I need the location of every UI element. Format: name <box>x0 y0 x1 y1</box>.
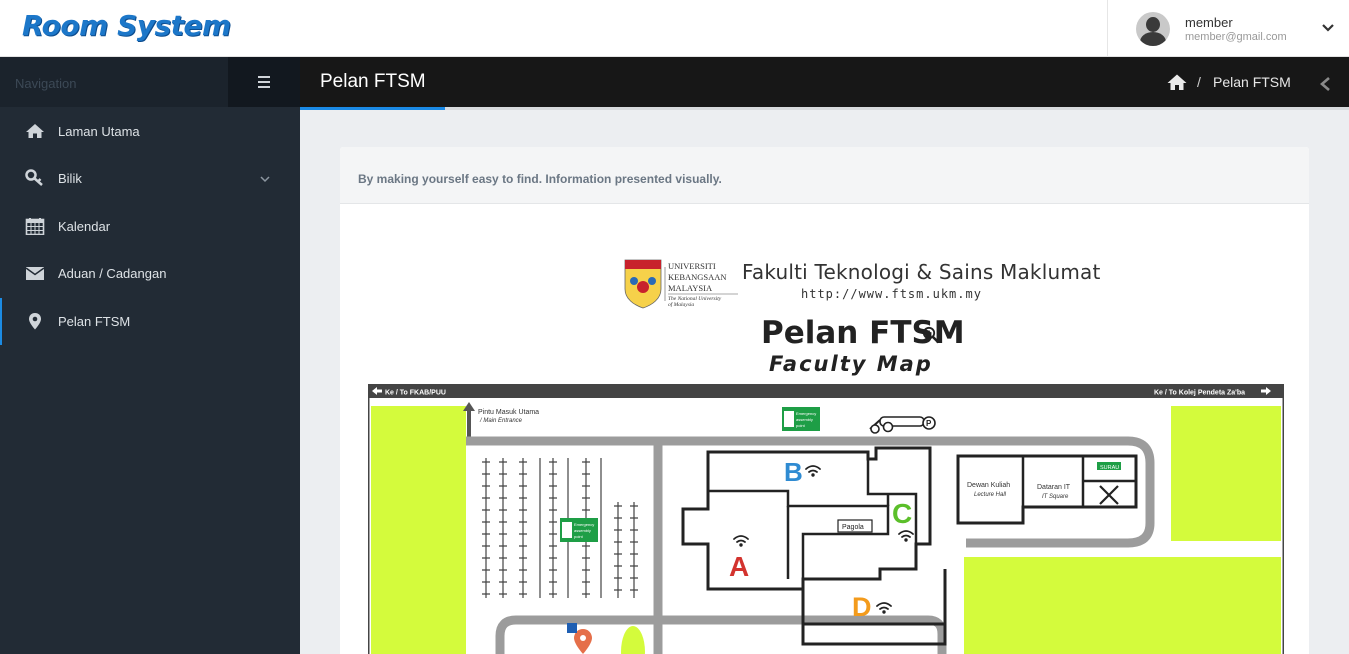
it-square-label: Dataran IT <box>1037 484 1071 491</box>
lecture-hall-label: Dewan Kuliah <box>967 482 1010 489</box>
panel-subtitle: By making yourself easy to find. Informa… <box>358 172 722 186</box>
chevron-left-icon[interactable] <box>1318 75 1332 93</box>
app-logo[interactable]: Room System <box>22 9 231 42</box>
top-header: Room System member member@gmail.com <box>0 0 1349 57</box>
sidebar-item-label: Aduan / Cadangan <box>58 266 167 281</box>
chevron-down-icon[interactable] <box>1320 20 1336 36</box>
sidebar: Navigation Laman Utama Bilik Kalendar Ad… <box>0 57 300 654</box>
sidebar-item-label: Laman Utama <box>58 124 140 139</box>
envelope-icon <box>25 267 45 280</box>
assembly-label-1: Emergency <box>574 522 594 527</box>
sidebar-item-laman-utama[interactable]: Laman Utama <box>0 108 300 155</box>
floor-map: Ke / To FKAB/PUU Ke / To Kolej Pendeta Z… <box>368 384 1284 654</box>
key-icon <box>25 169 43 186</box>
emergency-assembly-point: Emergency assembly point <box>782 407 820 431</box>
main-entrance-label-en: / Main Entrance <box>479 418 523 424</box>
lecture-hall-label-en: Lecture Hall <box>974 492 1007 498</box>
map-marker-icon <box>29 313 41 330</box>
faculty-url: http://www.ftsm.ukm.my <box>801 287 982 301</box>
left-direction-label: Ke / To FKAB/PUU <box>385 390 446 397</box>
accessibility-icon <box>567 623 577 633</box>
assembly-label-2: assembly <box>796 417 813 422</box>
block-b-label: B <box>784 457 803 487</box>
user-menu[interactable]: member member@gmail.com <box>1107 0 1349 57</box>
parking-label: P <box>926 419 932 428</box>
breadcrumb-separator: / <box>1197 74 1201 90</box>
grass-area-right-top <box>1171 406 1281 541</box>
avatar[interactable] <box>1136 12 1170 46</box>
zoom-in-icon[interactable] <box>922 326 940 344</box>
grass-area-right-bottom <box>964 557 1281 654</box>
user-email: member@gmail.com <box>1185 31 1287 43</box>
ukm-line-1: UNIVERSITI <box>668 261 716 271</box>
calendar-icon <box>25 218 45 235</box>
sidebar-item-label: Bilik <box>58 171 82 186</box>
sidebar-title: Navigation <box>15 76 77 91</box>
home-icon <box>26 124 44 138</box>
sidebar-item-aduan-cadangan[interactable]: Aduan / Cadangan <box>0 250 300 297</box>
title-divider <box>445 107 1349 110</box>
block-a-label: A <box>729 551 749 582</box>
home-icon[interactable] <box>1167 73 1187 91</box>
ukm-tagline-2: of Malaysia <box>668 301 694 308</box>
assembly-label-1: Emergency <box>796 411 816 416</box>
sidebar-item-kalendar[interactable]: Kalendar <box>0 203 300 250</box>
grass-area-left <box>371 406 466 654</box>
menu-toggle-button[interactable] <box>228 57 300 107</box>
ukm-line-3: MALAYSIA <box>668 283 713 293</box>
sidebar-item-label: Kalendar <box>58 219 111 234</box>
emergency-assembly-point: Emergency assembly point <box>560 518 598 542</box>
sidebar-header: Navigation <box>0 57 300 107</box>
sidebar-item-label: Pelan FTSM <box>58 314 131 329</box>
block-d-label: D <box>852 592 872 622</box>
sidebar-item-pelan-ftsm[interactable]: Pelan FTSM <box>0 298 300 345</box>
breadcrumb: Pelan FTSM <box>1213 74 1291 90</box>
page-title-bar: Pelan FTSM <box>300 57 1349 107</box>
assembly-label-3: point <box>574 534 584 539</box>
chevron-down-icon[interactable] <box>259 173 271 185</box>
block-c-label: C <box>892 498 912 529</box>
surau-label: SURAU <box>1100 465 1119 471</box>
main-entrance-label: Pintu Masuk Utama <box>478 409 539 416</box>
faculty-map: UNIVERSITI KEBANGSAAN MALAYSIA The Natio… <box>360 224 1292 654</box>
pagoda-label: Pagola <box>842 524 864 531</box>
map-subtitle: Faculty Map <box>769 352 933 376</box>
right-direction-label: Ke / To Kolej Pendeta Za'ba <box>1154 390 1245 397</box>
sidebar-item-bilik[interactable]: Bilik <box>0 155 300 202</box>
assembly-label-3: point <box>796 423 806 428</box>
it-square-label-en: IT Square <box>1042 494 1069 500</box>
user-name: member <box>1185 15 1233 30</box>
content-panel: By making yourself easy to find. Informa… <box>340 147 1309 654</box>
ukm-line-2: KEBANGSAAN <box>668 272 727 282</box>
assembly-label-2: assembly <box>574 528 591 533</box>
faculty-name: Fakulti Teknologi & Sains Maklumat <box>742 260 1101 284</box>
title-accent <box>300 107 445 110</box>
ukm-logo: UNIVERSITI KEBANGSAAN MALAYSIA The Natio… <box>624 259 738 309</box>
page-title: Pelan FTSM <box>320 71 426 92</box>
panel-header: By making yourself easy to find. Informa… <box>340 147 1309 204</box>
